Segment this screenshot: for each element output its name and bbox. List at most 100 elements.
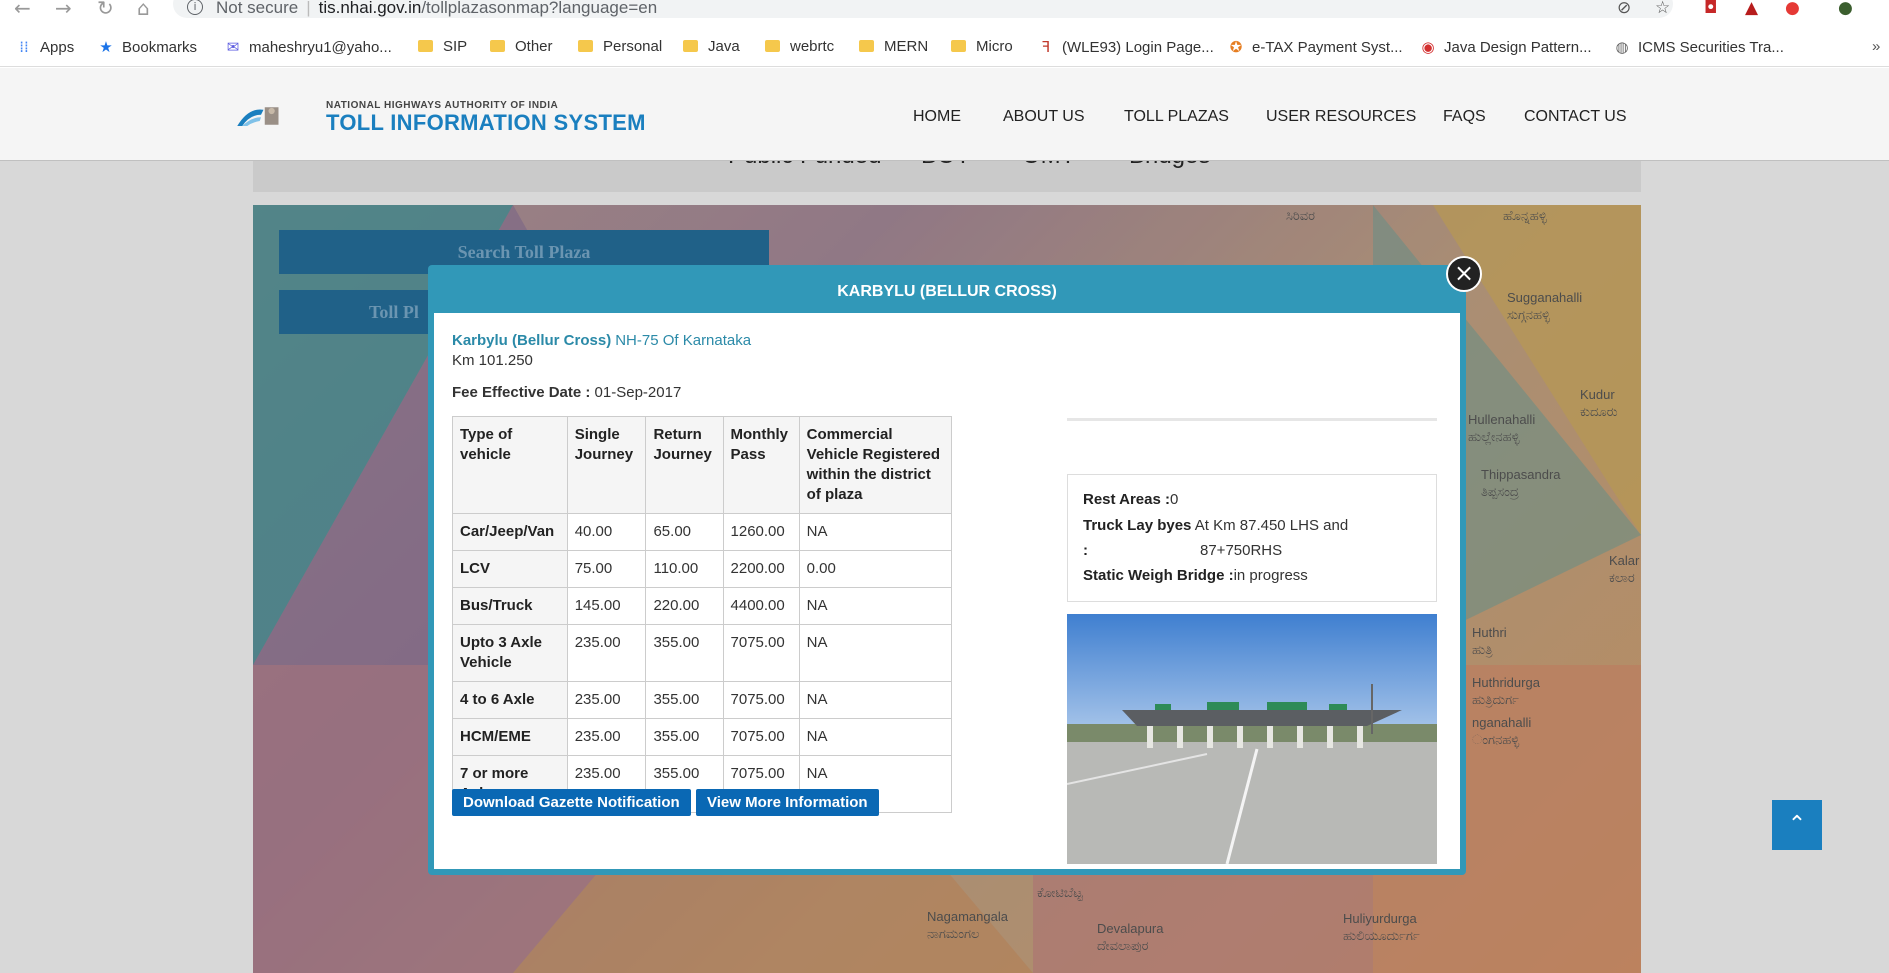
vehicle-type-cell: Car/Jeep/Van — [452, 513, 568, 551]
bookmark-mern[interactable]: MERN — [859, 38, 928, 55]
table-cell: 235.00 — [566, 718, 647, 756]
folder-icon — [578, 40, 593, 52]
url-text[interactable]: Not secure | tis.nhai.gov.in/tollplazasonm… — [216, 0, 657, 18]
column-header: Return Journey — [645, 416, 724, 514]
column-header: Single Journey — [566, 416, 647, 514]
static-weigh-bridge: Static Weigh Bridge :in progress — [1083, 567, 1308, 584]
vehicle-type-cell: Bus/Truck — [452, 587, 568, 625]
view-more-info-button[interactable]: View More Information — [696, 789, 879, 816]
table-cell: 355.00 — [645, 681, 724, 719]
table-cell: 355.00 — [645, 718, 724, 756]
divider — [1067, 418, 1437, 421]
bookmark-etax[interactable]: ✪ e-TAX Payment Syst... — [1228, 38, 1403, 56]
scroll-to-top-button[interactable]: ⌃ — [1772, 800, 1822, 850]
table-cell: NA — [798, 681, 953, 719]
site-header: NATIONAL HIGHWAYS AUTHORITY OF INDIA TOL… — [0, 68, 1889, 161]
table-cell: 7075.00 — [722, 681, 800, 719]
download-gazette-button[interactable]: Download Gazette Notification — [452, 789, 691, 816]
column-header: Commercial Vehicle Registered within the… — [798, 416, 953, 514]
bookmark-micro[interactable]: Micro — [951, 38, 1013, 55]
reload-icon[interactable]: ↻ — [97, 0, 114, 20]
plaza-heading: Karbylu (Bellur Cross) NH-75 Of Karnataka — [452, 332, 751, 349]
table-cell: NA — [798, 718, 953, 756]
security-label: Not secure — [216, 0, 299, 17]
bookmark-java-design[interactable]: ◉ Java Design Pattern... — [1420, 38, 1591, 56]
nav-about-us[interactable]: ABOUT US — [1003, 108, 1085, 126]
pdf-icon[interactable]: ▲ — [1745, 0, 1758, 18]
table-cell: 220.00 — [645, 587, 724, 625]
truck-lay-byes-cont: :87+750RHS — [1083, 542, 1283, 559]
bookmark-personal[interactable]: Personal — [578, 38, 662, 55]
table-cell: 1260.00 — [722, 513, 800, 551]
bookmark-mail[interactable]: ✉ maheshryu1@yaho... — [225, 38, 392, 56]
nav-toll-plazas[interactable]: TOLL PLAZAS — [1124, 108, 1229, 126]
table-row: HCM/EME 235.00 355.00 7075.00 NA — [452, 718, 953, 756]
rest-areas: Rest Areas :0 — [1083, 491, 1179, 508]
table-row: Bus/Truck 145.00 220.00 4400.00 NA — [452, 587, 953, 625]
profile-avatar-icon[interactable]: ● — [1838, 0, 1853, 18]
fee-table: Type of vehicle Single Journey Return Jo… — [452, 416, 953, 813]
table-cell: 4400.00 — [722, 587, 800, 625]
extension-icon[interactable]: ◘ — [1704, 0, 1717, 18]
table-cell: 110.00 — [645, 550, 724, 588]
forward-icon[interactable]: → — [55, 0, 72, 20]
folder-icon — [683, 40, 698, 52]
folder-icon — [859, 40, 874, 52]
nav-user-resources[interactable]: USER RESOURCES — [1266, 108, 1416, 126]
bookmark-sip[interactable]: SIP — [418, 38, 467, 55]
bookmark-icms[interactable]: ◍ ICMS Securities Tra... — [1614, 38, 1783, 56]
table-cell: 235.00 — [566, 624, 647, 682]
table-cell: 40.00 — [566, 513, 647, 551]
fee-date-value: 01-Sep-2017 — [590, 384, 682, 401]
nhai-emblem-icon — [237, 107, 279, 126]
table-cell: 75.00 — [566, 550, 647, 588]
close-button[interactable]: × — [1446, 256, 1482, 292]
blocked-icon[interactable]: ⊘ — [1617, 0, 1631, 18]
nav-faqs[interactable]: FAQS — [1443, 108, 1486, 126]
column-header: Monthly Pass — [722, 416, 800, 514]
fee-effective-date: Fee Effective Date : 01-Sep-2017 — [452, 384, 681, 401]
home-icon[interactable]: ⌂ — [137, 0, 150, 20]
table-cell: NA — [798, 624, 953, 682]
apps-grid-icon: ⁞⁞ — [19, 38, 29, 56]
globe-icon: ◍ — [1615, 38, 1629, 56]
vehicle-type-cell: LCV — [452, 550, 568, 588]
folder-icon — [418, 40, 433, 52]
table-cell: 7075.00 — [722, 624, 800, 682]
table-cell: 235.00 — [566, 681, 647, 719]
table-cell: NA — [798, 587, 953, 625]
table-cell: 145.00 — [566, 587, 647, 625]
opera-icon[interactable]: ● — [1785, 0, 1800, 18]
jdp-favicon-icon: ◉ — [1421, 38, 1435, 56]
table-cell: 65.00 — [645, 513, 724, 551]
logo-title: TOLL INFORMATION SYSTEM — [326, 110, 646, 135]
more-bookmarks-icon[interactable]: » — [1872, 38, 1880, 55]
bookmark-other[interactable]: Other — [490, 38, 553, 55]
bookmark-bookmarks[interactable]: ★ Bookmarks — [98, 38, 197, 56]
etax-favicon-icon: ✪ — [1229, 38, 1243, 56]
site-favicon-icon: ꟻ — [1041, 38, 1051, 56]
plaza-km: Km 101.250 — [452, 352, 533, 369]
table-cell: 355.00 — [645, 624, 724, 682]
nav-contact-us[interactable]: CONTACT US — [1524, 108, 1627, 126]
bookmark-java[interactable]: Java — [683, 38, 740, 55]
toll-plaza-photo — [1067, 614, 1437, 864]
table-cell: 2200.00 — [722, 550, 800, 588]
vehicle-type-cell: Upto 3 Axle Vehicle — [452, 624, 568, 682]
star-icon[interactable]: ☆ — [1655, 0, 1670, 18]
plaza-name: Karbylu (Bellur Cross) — [452, 332, 612, 349]
fee-date-label: Fee Effective Date : — [452, 384, 591, 401]
column-header: Type of vehicle — [452, 416, 568, 514]
browser-toolbar: ← → ↻ ⌂ i Not secure | tis.nhai.gov.in/tol… — [0, 0, 1889, 20]
nav-home[interactable]: HOME — [913, 108, 961, 126]
bookmark-apps[interactable]: ⁞⁞ Apps — [16, 38, 74, 56]
bookmark-webrtc[interactable]: webrtc — [765, 38, 834, 55]
table-row: Car/Jeep/Van 40.00 65.00 1260.00 NA — [452, 513, 953, 551]
mail-icon: ✉ — [226, 38, 240, 56]
bookmark-login[interactable]: ꟻ (WLE93) Login Page... — [1038, 38, 1214, 56]
table-cell: 0.00 — [798, 550, 953, 588]
vehicle-type-cell: HCM/EME — [452, 718, 568, 756]
vehicle-type-cell: 4 to 6 Axle — [452, 681, 568, 719]
back-icon[interactable]: ← — [14, 0, 31, 20]
chevron-up-icon: ⌃ — [1787, 812, 1807, 837]
